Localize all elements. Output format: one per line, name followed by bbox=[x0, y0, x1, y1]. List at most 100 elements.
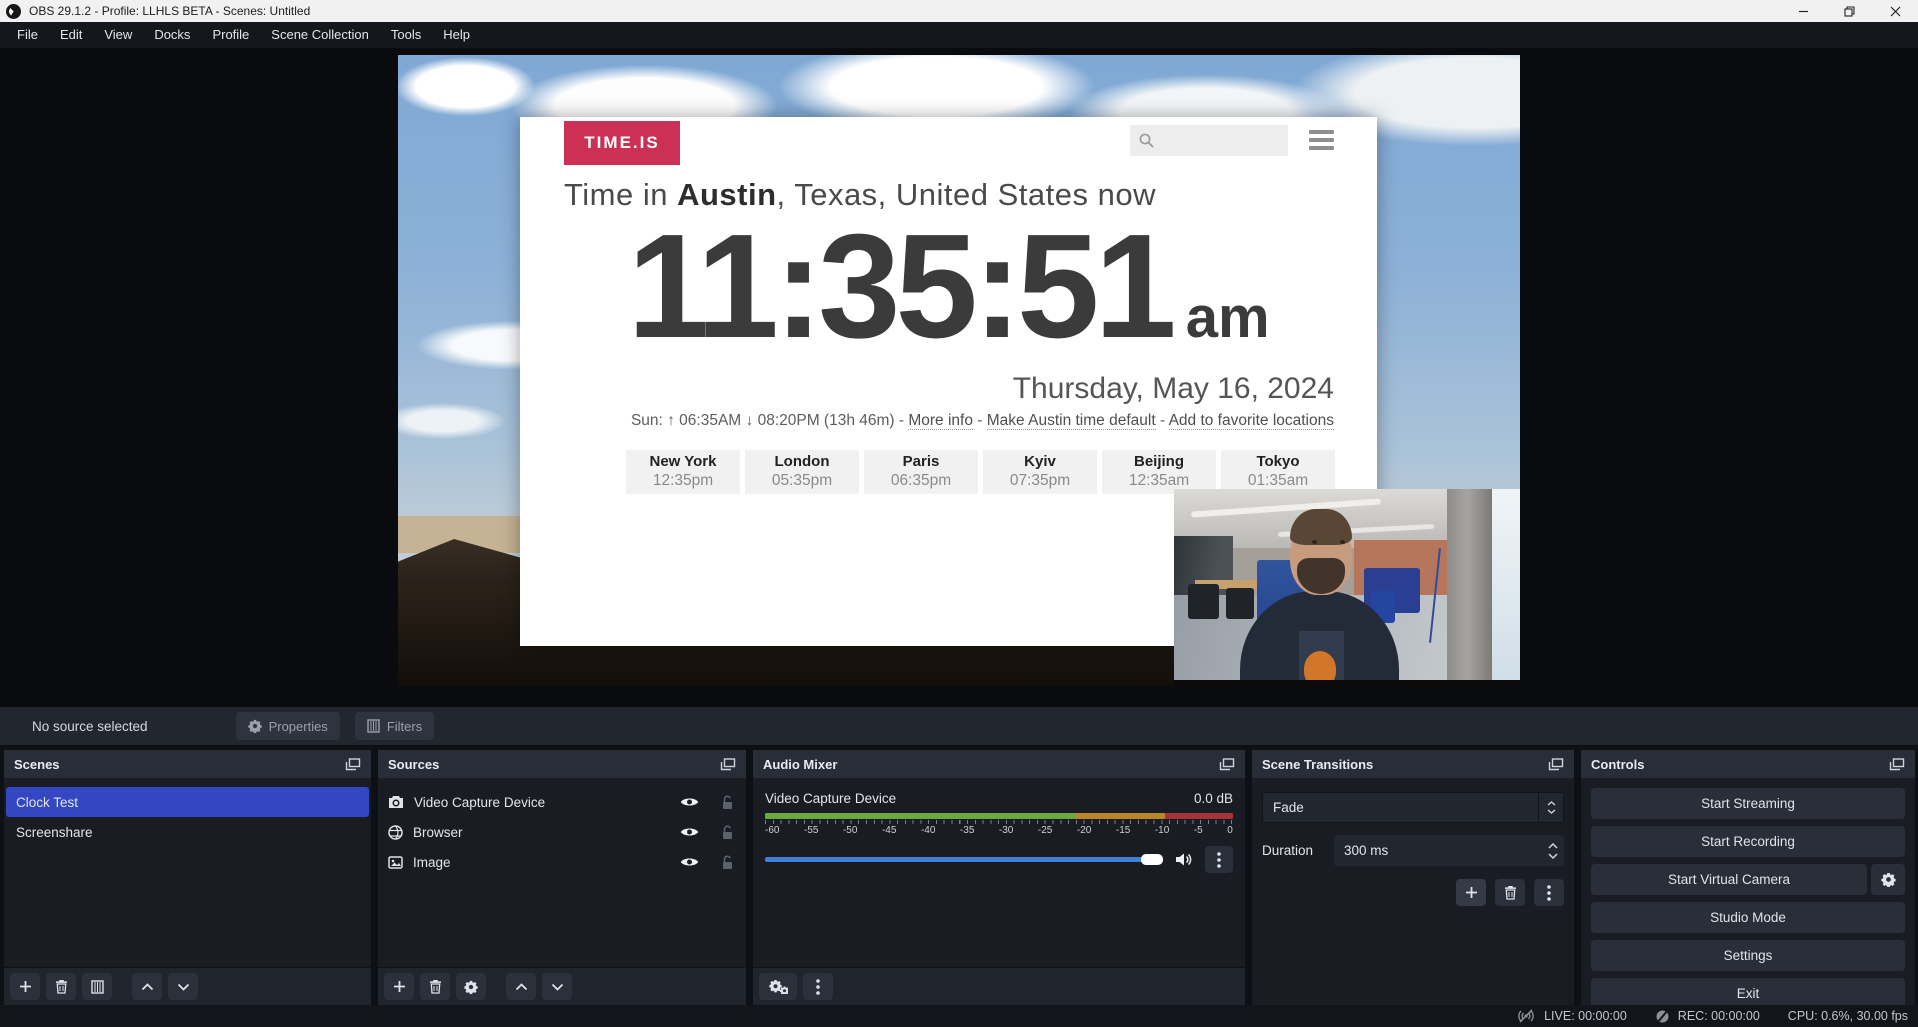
gear-icon bbox=[1881, 872, 1896, 887]
webcam-office-chair bbox=[1188, 584, 1219, 619]
duration-spinbox[interactable]: 300 ms bbox=[1334, 835, 1564, 866]
controls-header[interactable]: Controls bbox=[1581, 750, 1915, 778]
start-recording-button[interactable]: Start Recording bbox=[1591, 826, 1905, 857]
popout-icon[interactable] bbox=[345, 758, 361, 771]
source-properties-button[interactable] bbox=[456, 973, 486, 1000]
mixer-menu-button[interactable] bbox=[803, 973, 833, 1000]
city-box-beijing: Beijing12:35am bbox=[1102, 450, 1216, 494]
advanced-audio-button[interactable] bbox=[759, 973, 797, 1000]
popout-icon[interactable] bbox=[1548, 758, 1564, 771]
menu-bar: File Edit View Docks Profile Scene Colle… bbox=[0, 22, 1918, 48]
scene-item-clock-test[interactable]: Clock Test bbox=[6, 787, 369, 817]
clock-digits: 11:35:51 bbox=[627, 204, 1171, 369]
source-item-browser[interactable]: Browser bbox=[378, 817, 746, 847]
popout-icon[interactable] bbox=[1219, 758, 1235, 771]
speaker-icon[interactable] bbox=[1175, 852, 1193, 867]
chevron-up-icon bbox=[1547, 801, 1556, 806]
record-off-icon bbox=[1655, 1009, 1670, 1024]
properties-button[interactable]: Properties bbox=[236, 712, 340, 740]
scene-transitions-dock: Scene Transitions Fade Duration 300 ms bbox=[1252, 750, 1574, 1005]
properties-label: Properties bbox=[269, 719, 328, 734]
scene-filters-button[interactable] bbox=[82, 973, 112, 1000]
audio-mixer-dock: Audio Mixer Video Capture Device 0.0 dB … bbox=[753, 750, 1245, 1005]
menu-scene-collection[interactable]: Scene Collection bbox=[260, 22, 380, 48]
menu-profile[interactable]: Profile bbox=[201, 22, 260, 48]
volume-slider-handle[interactable] bbox=[1141, 854, 1163, 865]
scenes-dock: Scenes Clock Test Screenshare bbox=[4, 750, 371, 1005]
exit-button[interactable]: Exit bbox=[1591, 978, 1905, 1005]
source-item-image[interactable]: Image bbox=[378, 847, 746, 877]
move-source-down-button[interactable] bbox=[542, 973, 572, 1000]
menu-file[interactable]: File bbox=[6, 22, 49, 48]
meter-scale-labels: -60-55-50-45-40-35-30-25-20-15-10-50 bbox=[765, 825, 1233, 836]
menu-edit[interactable]: Edit bbox=[49, 22, 93, 48]
volume-slider[interactable] bbox=[765, 857, 1163, 862]
webcam-bottom-bar bbox=[1174, 680, 1520, 686]
cpu-status: CPU: 0.6%, 30.00 fps bbox=[1788, 1009, 1908, 1023]
menu-tools[interactable]: Tools bbox=[380, 22, 432, 48]
timeis-search-box bbox=[1130, 125, 1288, 156]
remove-transition-button[interactable] bbox=[1495, 879, 1525, 906]
scenes-dock-header[interactable]: Scenes bbox=[4, 750, 371, 778]
webcam-concrete-pillar bbox=[1447, 489, 1492, 686]
timeis-logo: TIME.IS bbox=[564, 121, 680, 165]
source-item-video-capture[interactable]: Video Capture Device bbox=[378, 787, 746, 817]
mixer-options-button[interactable] bbox=[1205, 846, 1233, 873]
preview-canvas[interactable]: TIME.IS Time in Austin, Texas, United St… bbox=[398, 55, 1520, 686]
minimize-button[interactable] bbox=[1780, 0, 1826, 22]
menu-help[interactable]: Help bbox=[432, 22, 481, 48]
studio-mode-button[interactable]: Studio Mode bbox=[1591, 902, 1905, 933]
meter-tick-marks bbox=[765, 820, 1233, 824]
menu-view[interactable]: View bbox=[93, 22, 143, 48]
source-context-bar: No source selected Properties Filters bbox=[0, 707, 1918, 745]
move-source-up-button[interactable] bbox=[506, 973, 536, 1000]
popout-icon[interactable] bbox=[720, 758, 736, 771]
eye-icon[interactable] bbox=[680, 796, 699, 808]
city-box-kyiv: Kyiv07:35pm bbox=[983, 450, 1097, 494]
move-scene-down-button[interactable] bbox=[168, 973, 198, 1000]
menu-docks[interactable]: Docks bbox=[143, 22, 201, 48]
city-box-tokyo: Tokyo01:35am bbox=[1221, 450, 1335, 494]
unlock-icon[interactable] bbox=[721, 855, 734, 870]
sources-dock-header[interactable]: Sources bbox=[378, 750, 746, 778]
add-transition-button[interactable] bbox=[1456, 879, 1486, 906]
eye-icon[interactable] bbox=[680, 826, 699, 838]
webcam-office-chair bbox=[1226, 588, 1254, 620]
restore-button[interactable] bbox=[1826, 0, 1872, 22]
unlock-icon[interactable] bbox=[721, 795, 734, 810]
remove-source-button[interactable] bbox=[420, 973, 450, 1000]
transition-select[interactable]: Fade bbox=[1262, 792, 1564, 823]
virtual-camera-config-button[interactable] bbox=[1871, 864, 1905, 895]
sources-dock: Sources Video Capture Device Browser bbox=[378, 750, 746, 1005]
add-favorite-link: Add to favorite locations bbox=[1169, 412, 1334, 430]
unlock-icon[interactable] bbox=[721, 825, 734, 840]
add-source-button[interactable] bbox=[384, 973, 414, 1000]
source-label: Browser bbox=[413, 825, 670, 840]
gear-icon bbox=[464, 980, 478, 994]
transition-properties-button[interactable] bbox=[1534, 879, 1564, 906]
settings-button[interactable]: Settings bbox=[1591, 940, 1905, 971]
webcam-video-source bbox=[1174, 489, 1520, 686]
start-virtual-camera-button[interactable]: Start Virtual Camera bbox=[1591, 864, 1867, 895]
close-button[interactable] bbox=[1872, 0, 1918, 22]
restore-icon bbox=[1844, 6, 1855, 17]
eye-icon[interactable] bbox=[680, 856, 699, 868]
double-gear-icon bbox=[769, 979, 788, 994]
chevron-down-icon[interactable] bbox=[1548, 853, 1558, 859]
audio-mixer-header[interactable]: Audio Mixer bbox=[753, 750, 1245, 778]
dots-vertical-icon bbox=[1547, 885, 1551, 901]
popout-icon[interactable] bbox=[1889, 758, 1905, 771]
rec-time: REC: 00:00:00 bbox=[1678, 1009, 1760, 1023]
move-scene-up-button[interactable] bbox=[132, 973, 162, 1000]
timeis-date: Thursday, May 16, 2024 bbox=[1013, 372, 1334, 406]
filters-button[interactable]: Filters bbox=[355, 712, 434, 740]
add-scene-button[interactable] bbox=[10, 973, 40, 1000]
remove-scene-button[interactable] bbox=[46, 973, 76, 1000]
transition-select-arrows[interactable] bbox=[1538, 793, 1563, 822]
start-streaming-button[interactable]: Start Streaming bbox=[1591, 788, 1905, 819]
scene-item-screenshare[interactable]: Screenshare bbox=[6, 817, 369, 847]
chevron-up-icon[interactable] bbox=[1548, 843, 1558, 849]
mixer-channel-name: Video Capture Device bbox=[765, 791, 896, 806]
scene-transitions-header[interactable]: Scene Transitions bbox=[1252, 750, 1574, 778]
filters-label: Filters bbox=[387, 719, 422, 734]
